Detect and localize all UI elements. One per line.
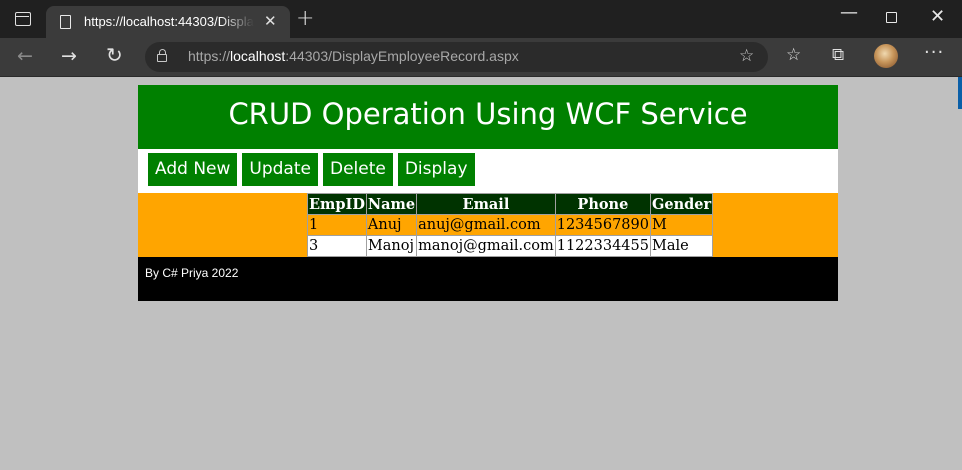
minimize-icon[interactable]: — [840, 2, 858, 23]
display-button[interactable]: Display [397, 153, 475, 186]
collections-icon[interactable]: ⧉ [832, 45, 844, 65]
reload-icon[interactable]: ↻ [106, 43, 123, 67]
new-tab-icon[interactable]: + [296, 6, 314, 31]
cell-email: anuj@gmail.com [416, 214, 556, 236]
page-footer: By C# Priya 2022 [138, 257, 838, 301]
column-header-email: Email [416, 193, 556, 215]
cell-gender: Male [649, 235, 714, 257]
profile-avatar[interactable] [874, 44, 898, 68]
close-window-icon[interactable]: ✕ [930, 6, 945, 27]
back-arrow-icon[interactable]: ← [17, 45, 33, 67]
cell-name: Anuj [365, 214, 418, 236]
browser-tab[interactable]: https://localhost:44303/DisplayEmployeeR… [46, 6, 290, 38]
delete-button[interactable]: Delete [322, 153, 393, 186]
tab-title: https://localhost:44303/DisplayEmployeeR… [84, 14, 254, 29]
close-tab-icon[interactable]: ✕ [264, 12, 277, 30]
cell-phone: 1234567890 [554, 214, 652, 236]
cell-email: manoj@gmail.com [416, 235, 556, 257]
more-options-icon[interactable]: ··· [924, 42, 944, 63]
url-scheme: https:// [188, 48, 231, 64]
lock-icon[interactable] [157, 49, 167, 62]
maximize-icon[interactable] [886, 12, 897, 23]
employee-table: EmpID Name Email Phone Gender 1 Anuj anu… [307, 193, 714, 257]
page-container: CRUD Operation Using WCF Service Add New… [138, 85, 838, 301]
favorites-icon[interactable]: ☆ [786, 45, 801, 65]
table-header-row: EmpID Name Email Phone Gender [307, 193, 714, 215]
tab-actions-icon[interactable] [15, 12, 31, 26]
sidebar-accent [958, 77, 962, 109]
table-row: 3 Manoj manoj@gmail.com 1122334455 Male [307, 235, 714, 257]
column-header-phone: Phone [554, 193, 652, 215]
cell-gender: M [649, 214, 714, 236]
table-row: 1 Anuj anuj@gmail.com 1234567890 M [307, 214, 714, 236]
cell-empid: 1 [307, 214, 367, 236]
column-header-gender: Gender [649, 193, 714, 215]
column-header-name: Name [365, 193, 418, 215]
add-favorite-icon[interactable]: ☆ [739, 46, 754, 66]
address-url[interactable]: https://localhost:44303/DisplayEmployeeR… [188, 48, 519, 64]
cell-phone: 1122334455 [554, 235, 652, 257]
cell-empid: 3 [307, 235, 367, 257]
menu-bar: Add New Update Delete Display [138, 149, 838, 193]
browser-title-bar: https://localhost:44303/DisplayEmployeeR… [0, 0, 962, 38]
forward-arrow-icon[interactable]: → [61, 45, 77, 67]
update-button[interactable]: Update [242, 153, 318, 186]
column-header-empid: EmpID [307, 193, 367, 215]
add-new-button[interactable]: Add New [148, 153, 238, 186]
cell-name: Manoj [365, 235, 418, 257]
page-title: CRUD Operation Using WCF Service [138, 85, 838, 149]
browser-toolbar: ← → ↻ https://localhost:44303/DisplayEmp… [0, 38, 962, 77]
url-host: localhost [230, 48, 286, 64]
content-area: EmpID Name Email Phone Gender 1 Anuj anu… [138, 193, 838, 257]
page-icon [60, 15, 71, 29]
address-bar[interactable]: https://localhost:44303/DisplayEmployeeR… [145, 42, 768, 72]
url-path: :44303/DisplayEmployeeRecord.aspx [285, 48, 519, 64]
